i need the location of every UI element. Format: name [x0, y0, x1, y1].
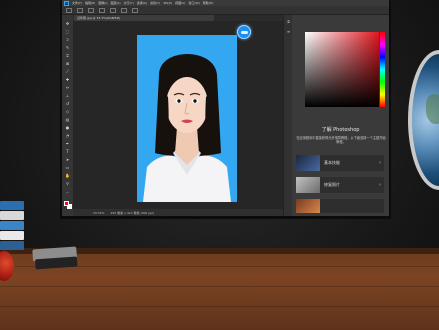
book	[0, 201, 24, 210]
transform-controls-checkbox[interactable]	[99, 7, 105, 13]
learn-item-basic-skills[interactable]: 基本技能 ›	[296, 155, 384, 171]
book	[0, 231, 24, 240]
hand-tool-icon[interactable]: ✋	[65, 173, 70, 178]
home-icon[interactable]	[66, 7, 72, 13]
menu-type[interactable]: 文字(Y)	[124, 1, 134, 5]
chevron-right-icon: ›	[379, 160, 381, 166]
history-panel-icon[interactable]: ⧖	[286, 19, 291, 24]
globe	[408, 50, 439, 190]
learn-item-label: 基本技能	[324, 160, 340, 165]
menu-layer[interactable]: 图层(L)	[111, 1, 121, 5]
menu-view[interactable]: 视图(V)	[175, 1, 185, 5]
blur-tool-icon[interactable]: ●	[65, 125, 70, 130]
options-bar	[62, 6, 389, 15]
menu-edit[interactable]: 编辑(E)	[85, 1, 95, 5]
eyedropper-tool-icon[interactable]: ⁄	[65, 69, 70, 74]
clone-stamp-tool-icon[interactable]: ⊥	[65, 93, 70, 98]
canvas-area[interactable]	[73, 21, 283, 209]
learn-item-more[interactable]	[296, 199, 384, 213]
right-panels: 了解 Photoshop 在应用程序中直接获得分步指导教程。从下面选择一个主题开…	[292, 15, 389, 216]
gradient-tool-icon[interactable]: ▤	[65, 117, 70, 122]
lasso-tool-icon[interactable]: ↄ	[65, 37, 70, 42]
cloud-icon[interactable]	[237, 25, 251, 39]
panel-dock-strip: ⧖ ≡	[283, 15, 292, 216]
distribute-icon[interactable]	[121, 7, 127, 13]
menu-image[interactable]: 图像(I)	[98, 1, 107, 5]
chevron-right-icon: ›	[379, 182, 381, 188]
id-photo-image	[137, 35, 237, 202]
crop-tool-icon[interactable]: ⌗	[65, 53, 70, 58]
menu-file[interactable]: 文件(F)	[72, 1, 82, 5]
zoom-tool-icon[interactable]: ⚲	[65, 181, 70, 186]
more-tools-icon[interactable]: …	[65, 189, 70, 194]
desk-scene: Ps 文件(F) 编辑(E) 图像(I) 图层(L) 文字(Y) 选择(S) 滤…	[0, 0, 439, 330]
menu-filter[interactable]: 滤镜(T)	[150, 1, 160, 5]
learn-thumbnail	[296, 177, 320, 193]
shape-tool-icon[interactable]: ▭	[65, 165, 70, 170]
photoshop-window: Ps 文件(F) 编辑(E) 图像(I) 图层(L) 文字(Y) 选择(S) 滤…	[62, 0, 389, 216]
properties-panel-icon[interactable]: ≡	[286, 29, 291, 34]
tools-panel: ✥ ⬚ ↄ ✎ ⌗ ⊠ ⁄ ✚ ✏ ⊥ ↺ ◇ ▤ ● ◔ ✒ T ➤ ▭ ✋ …	[62, 15, 73, 216]
learn-item-label: 修复照片	[324, 182, 340, 187]
marquee-tool-icon[interactable]: ⬚	[65, 29, 70, 34]
3d-mode-icon[interactable]	[132, 7, 138, 13]
history-brush-tool-icon[interactable]: ↺	[65, 101, 70, 106]
foreground-color-swatch[interactable]	[64, 201, 69, 206]
book	[0, 241, 24, 250]
hue-slider[interactable]	[380, 32, 385, 107]
quick-select-tool-icon[interactable]: ✎	[65, 45, 70, 50]
photoshop-logo-icon: Ps	[64, 0, 69, 6]
path-select-tool-icon[interactable]: ➤	[65, 157, 70, 162]
status-bar: 33.33% 295 像素 x 413 像素 (300 ppi)	[73, 209, 283, 216]
book-stack	[0, 195, 26, 253]
learn-panel-description: 在应用程序中直接获得分步指导教程。从下面选择一个主题开始教程。	[296, 136, 386, 145]
align-icon[interactable]	[110, 7, 116, 13]
portrait-illustration	[143, 54, 231, 202]
learn-panel-title: 了解 Photoshop	[321, 127, 360, 133]
color-picker-field[interactable]	[305, 32, 379, 107]
type-tool-icon[interactable]: T	[65, 149, 70, 154]
book	[0, 211, 24, 220]
board-eraser	[32, 246, 78, 271]
menu-select[interactable]: 选择(S)	[137, 1, 147, 5]
learn-thumbnail	[296, 155, 320, 171]
menu-3d[interactable]: 3D(D)	[163, 1, 172, 5]
brush-tool-icon[interactable]: ✏	[65, 85, 70, 90]
eraser-tool-icon[interactable]: ◇	[65, 109, 70, 114]
document-tab-title: 证件照.jpg @ 33.3%(RGB/8#)	[77, 16, 121, 20]
document-size-readout: 295 像素 x 413 像素 (300 ppi)	[110, 210, 155, 215]
learn-item-fix-photo[interactable]: 修复照片 ›	[296, 177, 384, 193]
zoom-readout[interactable]: 33.33%	[93, 211, 104, 215]
move-tool-icon[interactable]: ✥	[65, 21, 70, 26]
healing-brush-tool-icon[interactable]: ✚	[65, 77, 70, 82]
menu-window[interactable]: 窗口(W)	[188, 1, 199, 5]
pen-tool-icon[interactable]: ✒	[65, 141, 70, 146]
dodge-tool-icon[interactable]: ◔	[65, 133, 70, 138]
frame-tool-icon[interactable]: ⊠	[65, 61, 70, 66]
move-tool-icon[interactable]	[77, 7, 83, 13]
menu-help[interactable]: 帮助(H)	[203, 1, 214, 5]
book	[0, 221, 24, 230]
auto-select-checkbox[interactable]	[88, 7, 94, 13]
learn-thumbnail	[296, 199, 320, 213]
